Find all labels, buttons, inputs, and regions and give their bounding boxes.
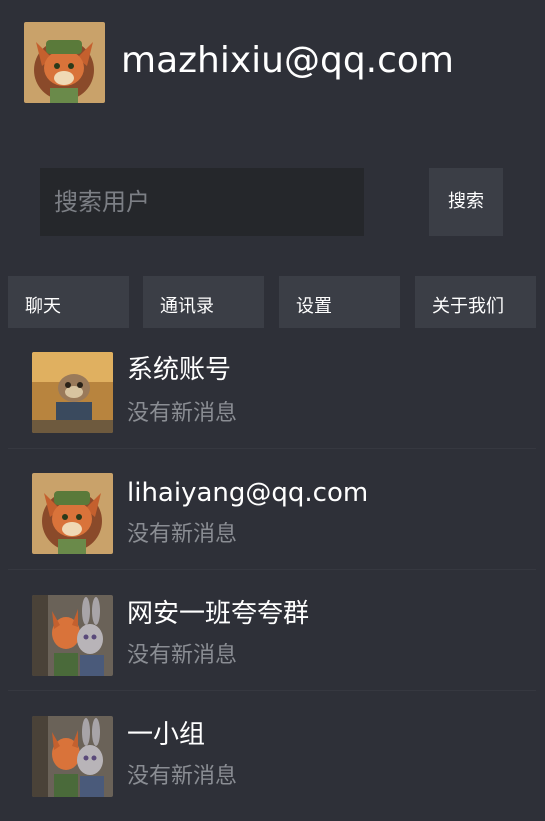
chat-name: 网安一班夸夸群 (127, 599, 310, 629)
chat-status: 没有新消息 (127, 764, 238, 789)
chat-list-item[interactable]: 网安一班夸夸群 没有新消息 (8, 570, 536, 691)
chat-name: lihaiyang@qq.com (127, 478, 369, 508)
chat-list-item[interactable]: lihaiyang@qq.com 没有新消息 (8, 449, 536, 570)
sloth-avatar-icon (32, 352, 113, 433)
fox-avatar-icon (32, 473, 113, 554)
chat-app: mazhixiu@qq.com 搜索 聊天 通讯录 设置 关于我们 系统账号 没… (0, 0, 545, 821)
user-email: mazhixiu@qq.com (121, 40, 454, 81)
tab-settings[interactable]: 设置 (279, 276, 400, 328)
chat-status: 没有新消息 (127, 522, 238, 547)
chat-list-item[interactable]: 系统账号 没有新消息 (8, 328, 536, 449)
group-avatar-icon (32, 595, 113, 676)
chat-status: 没有新消息 (127, 401, 238, 426)
search-button[interactable]: 搜索 (429, 168, 503, 236)
search-input[interactable] (40, 168, 364, 236)
chat-status: 没有新消息 (127, 643, 238, 668)
tab-about-us[interactable]: 关于我们 (415, 276, 536, 328)
tab-contacts[interactable]: 通讯录 (143, 276, 264, 328)
chat-name: 一小组 (127, 720, 206, 750)
tab-chat[interactable]: 聊天 (8, 276, 129, 328)
fox-avatar-icon[interactable] (24, 22, 105, 103)
profile-header: mazhixiu@qq.com (0, 0, 545, 120)
chat-name: 系统账号 (127, 355, 232, 385)
chat-list-item[interactable]: 一小组 没有新消息 (8, 691, 536, 812)
group-avatar-icon (32, 716, 113, 797)
